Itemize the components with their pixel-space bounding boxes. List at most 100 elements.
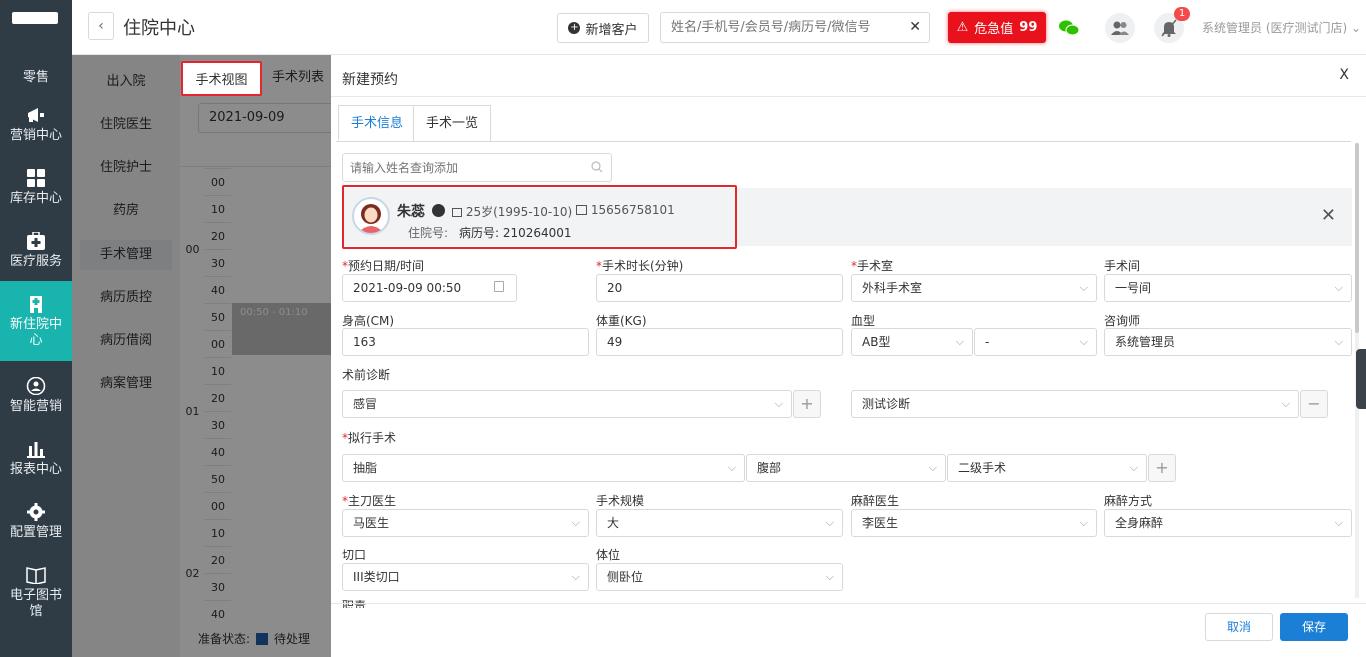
consultant-label: 咨询师	[1104, 314, 1141, 328]
chevron-down-icon: ⌵	[1079, 335, 1088, 348]
patient-search	[342, 153, 612, 182]
rh-select[interactable]: - ⌵	[974, 328, 1097, 356]
smart-marketing-icon	[26, 377, 46, 395]
theatre-select[interactable]: 一号间 ⌵	[1104, 274, 1352, 302]
chevron-down-icon: ⌵	[571, 516, 580, 529]
height-label: 身高(CM)	[342, 314, 395, 328]
chevron-down-icon: ⌵	[1129, 461, 1138, 474]
cancel-button[interactable]: 取消	[1205, 613, 1273, 641]
anesthesia-method-select[interactable]: 全身麻醉 ⌵	[1104, 509, 1352, 537]
medical-kit-icon	[27, 232, 45, 250]
tab-surgery-overview[interactable]: 手术一览	[413, 105, 492, 141]
planned-surgery-select[interactable]: 抽脂 ⌵	[342, 454, 745, 482]
page-title: 住院中心	[123, 18, 195, 39]
sidebar-item-medical[interactable]: 医疗服务	[0, 232, 72, 276]
side-drawer-handle[interactable]	[1356, 349, 1366, 409]
plus-circle-icon: +	[568, 22, 581, 34]
height-field[interactable]: 163	[342, 328, 589, 356]
chevron-down-icon: ⌵	[1334, 516, 1343, 529]
bar-chart-icon	[27, 442, 45, 458]
surgery-site-select[interactable]: 腹部 ⌵	[746, 454, 946, 482]
chevron-down-icon: ⌵	[571, 570, 580, 583]
sidebar-item-library[interactable]: 电子图书馆	[0, 566, 72, 626]
calendar-icon	[494, 281, 504, 292]
duration-field[interactable]: 20	[596, 274, 843, 302]
chevron-down-icon: ⌵	[825, 570, 834, 583]
chevron-down-icon: ⌵	[727, 461, 736, 474]
sidebar-item-retail[interactable]: 零售	[0, 70, 72, 90]
global-search-input[interactable]	[661, 13, 901, 42]
search-icon	[591, 161, 603, 173]
clear-search-icon[interactable]: ✕	[909, 19, 921, 35]
room-label: *手术室	[851, 259, 894, 273]
brand-logo	[12, 12, 58, 24]
incision-label: 切口	[342, 548, 367, 562]
sidebar-item-config[interactable]: 配置管理	[0, 503, 72, 547]
wechat-icon[interactable]	[1054, 13, 1084, 43]
appt-datetime-field[interactable]: 2021-09-09 00:50	[342, 274, 517, 302]
chevron-down-icon: ⌵	[1334, 281, 1343, 294]
patient-highlight	[342, 185, 737, 249]
notification-badge: 1	[1174, 7, 1190, 21]
prediag-label: 术前诊断	[342, 368, 391, 382]
anesthesiologist-select[interactable]: 李医生 ⌵	[851, 509, 1097, 537]
patient-search-input[interactable]	[343, 154, 583, 181]
consultant-select[interactable]: 系统管理员 ⌵	[1104, 328, 1352, 356]
tab-surgery-view[interactable]: 手术视图	[181, 61, 262, 96]
chevron-down-icon: ⌵	[1334, 335, 1343, 348]
save-button[interactable]: 保存	[1280, 613, 1348, 641]
prediag-select[interactable]: 感冒 ⌵	[342, 390, 792, 418]
sidebar-item-inventory[interactable]: 库存中心	[0, 169, 72, 213]
gear-icon	[27, 503, 45, 521]
modal-divider	[331, 96, 1366, 97]
duration-label: *手术时长(分钟)	[596, 259, 684, 273]
sidebar-item-marketing[interactable]: 营销中心	[0, 106, 72, 150]
incision-select[interactable]: III类切口 ⌵	[342, 563, 589, 591]
chevron-left-icon: ‹	[98, 18, 104, 34]
room-select[interactable]: 外科手术室 ⌵	[851, 274, 1097, 302]
position-label: 体位	[596, 548, 621, 562]
planned-label: *拟行手术	[342, 431, 397, 445]
prediag-select-2[interactable]: 测试诊断 ⌵	[851, 390, 1299, 418]
weight-field[interactable]: 49	[596, 328, 843, 356]
appt-label: *预约日期/时间	[342, 259, 425, 273]
book-icon	[26, 567, 46, 584]
add-customer-button[interactable]: + 新增客户	[557, 13, 649, 43]
tab-underline	[336, 141, 1351, 142]
tab-surgery-info[interactable]: 手术信息	[338, 105, 417, 141]
remove-diagnosis-button[interactable]: −	[1300, 390, 1328, 418]
theatre-label: 手术间	[1104, 259, 1141, 273]
blood-label: 血型	[851, 314, 876, 328]
add-surgery-button[interactable]: +	[1148, 454, 1176, 482]
weight-label: 体重(KG)	[596, 314, 647, 328]
main-sidebar: 零售 营销中心 库存中心 医疗服务 新住院中心 智能营销 报表中心 配置管理 电…	[0, 0, 72, 657]
sidebar-item-smart-marketing[interactable]: 智能营销	[0, 377, 72, 421]
sidebar-item-reports[interactable]: 报表中心	[0, 440, 72, 484]
surgeon-label: *主刀医生	[342, 494, 397, 508]
customer-service-icon[interactable]	[1105, 13, 1135, 43]
modal-title: 新建预约	[342, 72, 398, 88]
chevron-down-icon: ⌵	[928, 461, 937, 474]
remove-patient-icon[interactable]: ✕	[1321, 205, 1336, 226]
new-appointment-modal: 新建预约 X 手术信息 手术一览 朱蕊 25岁(1995-10-10) 1565…	[331, 55, 1366, 657]
blood-type-select[interactable]: AB型 ⌵	[851, 328, 973, 356]
surgeon-select[interactable]: 马医生 ⌵	[342, 509, 589, 537]
alert-icon: ⚠	[956, 20, 969, 35]
add-diagnosis-button[interactable]: +	[793, 390, 821, 418]
position-select[interactable]: 侧卧位 ⌵	[596, 563, 843, 591]
user-menu[interactable]: 系统管理员 (医疗测试门店) ⌄	[1202, 19, 1361, 36]
chevron-down-icon: ⌄	[1351, 21, 1362, 35]
scale-label: 手术规模	[596, 494, 645, 508]
chevron-down-icon: ⌵	[955, 335, 964, 348]
chevron-down-icon: ⌵	[1079, 281, 1088, 294]
sidebar-item-new-inpatient[interactable]: 新住院中心	[0, 281, 72, 361]
modal-scrollbar-thumb[interactable]	[1355, 143, 1359, 333]
scale-select[interactable]: 大 ⌵	[596, 509, 843, 537]
megaphone-icon	[28, 108, 44, 122]
surgery-grade-select[interactable]: 二级手术 ⌵	[947, 454, 1147, 482]
back-button[interactable]: ‹	[88, 12, 114, 40]
modal-footer-divider	[331, 603, 1366, 604]
modal-close-button[interactable]: X	[1339, 67, 1349, 83]
critical-value-button[interactable]: ⚠ 危急值 99	[948, 12, 1046, 43]
chevron-down-icon: ⌵	[1281, 397, 1290, 410]
